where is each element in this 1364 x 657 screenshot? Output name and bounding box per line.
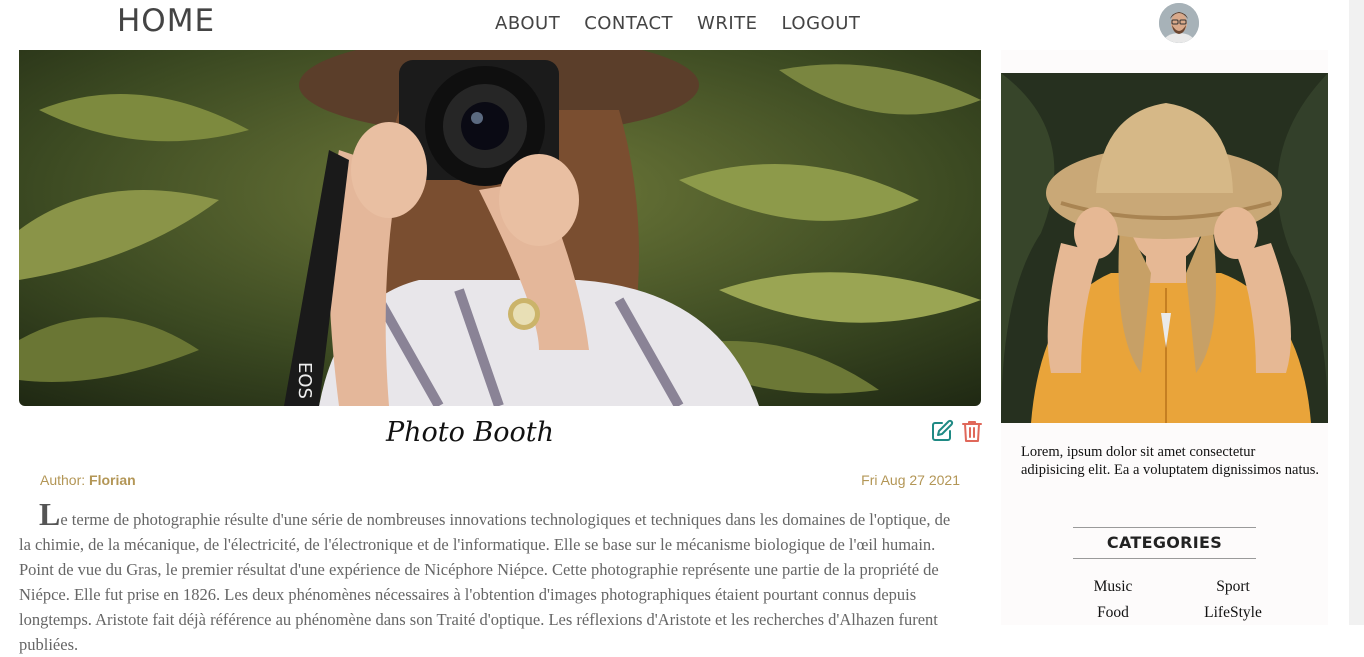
sidebar-about-text: Lorem, ipsum dolor sit amet consectetur …	[1021, 444, 1320, 478]
category-lifestyle-link[interactable]: LifeStyle	[1173, 604, 1293, 622]
home-logo-link[interactable]: HOME	[117, 3, 215, 39]
post-body-text: e terme de photographie résulte d'une sé…	[19, 510, 951, 654]
top-navbar: HOME ABOUT CONTACT WRITE LOGOUT	[0, 0, 1364, 50]
user-avatar[interactable]	[1159, 3, 1199, 43]
post-dropcap: L	[39, 496, 61, 532]
category-music-link[interactable]: Music	[1053, 578, 1173, 596]
nav-contact-link[interactable]: CONTACT	[584, 13, 673, 34]
categories-title: CATEGORIES	[1073, 527, 1256, 559]
edit-icon[interactable]	[930, 419, 954, 443]
nav-about-link[interactable]: ABOUT	[495, 13, 560, 34]
nav-logout-link[interactable]: LOGOUT	[782, 13, 861, 34]
author-name-link[interactable]: Florian	[89, 472, 136, 488]
nav-write-link[interactable]: WRITE	[697, 13, 757, 34]
post-title: Photo Booth	[385, 417, 555, 448]
category-food-link[interactable]: Food	[1053, 604, 1173, 622]
post-cover-image: EOS	[19, 50, 981, 406]
page-scrollbar[interactable]	[1349, 0, 1364, 625]
category-sport-link[interactable]: Sport	[1173, 578, 1293, 596]
post-body: Le terme de photographie résulte d'une s…	[19, 498, 954, 657]
categories-list: Music Sport Food LifeStyle	[1053, 578, 1293, 622]
sidebar: Lorem, ipsum dolor sit amet consectetur …	[1001, 50, 1328, 625]
sidebar-about-image	[1001, 73, 1328, 423]
svg-text:EOS: EOS	[294, 362, 315, 399]
post-meta: Author: Florian Fri Aug 27 2021	[40, 472, 960, 492]
post-date: Fri Aug 27 2021	[861, 472, 960, 488]
author-label: Author:	[40, 472, 86, 488]
main-nav: ABOUT CONTACT WRITE LOGOUT	[495, 13, 860, 34]
delete-icon[interactable]	[961, 419, 983, 443]
post-author: Author: Florian	[40, 472, 136, 488]
